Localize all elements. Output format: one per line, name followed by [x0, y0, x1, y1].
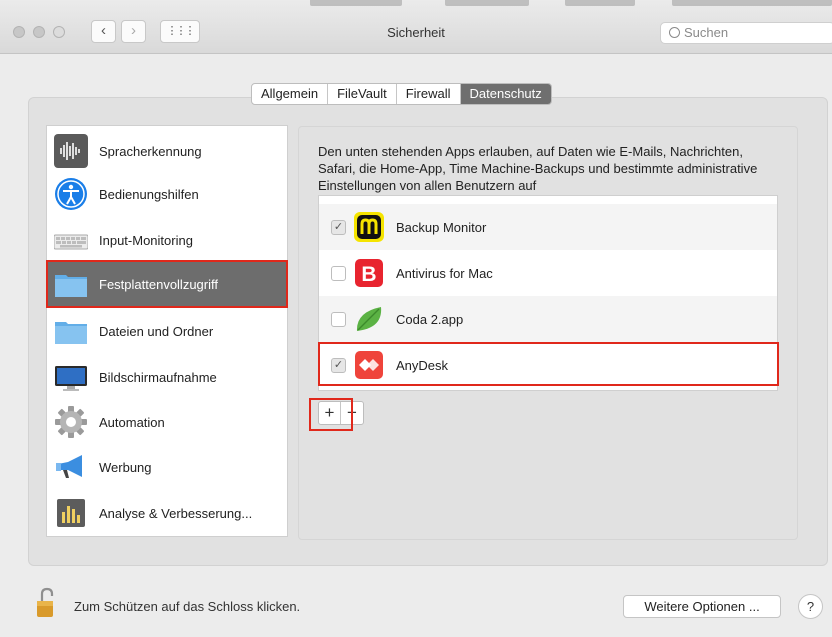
highlight-add-button	[309, 398, 353, 431]
sidebar-item-label: Festplattenvollzugriff	[99, 276, 218, 292]
sidebar-item-label: Werbung	[99, 459, 152, 475]
sidebar-item-spracherkennung[interactable]: Spracherkennung	[47, 129, 287, 173]
app-checkbox[interactable]	[331, 265, 346, 281]
bitdefender-icon: B	[354, 258, 384, 288]
sidebar-item-input-monitoring[interactable]: Input-Monitoring	[47, 218, 287, 262]
app-label: Backup Monitor	[396, 219, 487, 235]
sidebar-item-analyse-verbesserung[interactable]: Analyse & Verbesserung...	[47, 491, 287, 535]
search-icon	[669, 27, 680, 38]
app-row-antivirus-for-mac[interactable]: B Antivirus for Mac	[319, 250, 777, 296]
sidebar-item-label: Input-Monitoring	[99, 232, 193, 248]
sidebar-item-festplattenvollzugriff[interactable]: Festplattenvollzugriff	[46, 260, 288, 308]
app-row-backup-monitor[interactable]: ✓ Backup Monitor	[319, 204, 777, 250]
folder-icon	[54, 267, 88, 301]
tab-allgemein[interactable]: Allgemein	[252, 84, 329, 104]
backup-monitor-icon	[354, 212, 384, 242]
tab-datenschutz[interactable]: Datenschutz	[460, 84, 551, 104]
app-checkbox[interactable]	[331, 311, 346, 327]
gear-icon	[54, 405, 88, 439]
display-icon	[54, 360, 88, 394]
search-placeholder: Suchen	[684, 25, 729, 40]
background-window-remnant	[300, 0, 832, 10]
privacy-category-list: Spracherkennung Bedienungshilfen Input-M…	[46, 125, 288, 537]
svg-text:B: B	[361, 263, 376, 286]
megaphone-icon	[54, 450, 88, 484]
waveform-icon	[54, 134, 88, 168]
highlight-anydesk	[318, 342, 779, 386]
chart-icon	[54, 496, 88, 530]
app-label: Antivirus for Mac	[396, 265, 493, 281]
app-row-coda[interactable]: Coda 2.app	[319, 296, 777, 342]
tab-bar: Allgemein FileVault Firewall Datenschutz	[251, 83, 552, 105]
coda-leaf-icon	[354, 304, 384, 334]
sidebar-item-label: Analyse & Verbesserung...	[99, 505, 253, 521]
more-options-button[interactable]: Weitere Optionen ...	[623, 595, 781, 618]
folder-icon	[54, 314, 88, 348]
sidebar-item-label: Bedienungshilfen	[99, 186, 199, 202]
sidebar-item-label: Automation	[99, 414, 165, 430]
sidebar-item-werbung[interactable]: Werbung	[47, 445, 287, 489]
tab-filevault[interactable]: FileVault	[328, 84, 397, 104]
lock-icon[interactable]	[36, 587, 56, 619]
sidebar-item-bildschirmaufnahme[interactable]: Bildschirmaufnahme	[47, 355, 287, 399]
lock-hint-text: Zum Schützen auf das Schloss klicken.	[74, 599, 301, 614]
app-label: Coda 2.app	[396, 311, 464, 327]
sidebar-item-label: Spracherkennung	[99, 143, 202, 159]
tab-firewall[interactable]: Firewall	[397, 84, 461, 104]
sidebar-item-automation[interactable]: Automation	[47, 400, 287, 444]
help-button[interactable]: ?	[798, 594, 823, 619]
app-checkbox[interactable]: ✓	[331, 219, 346, 235]
sidebar-item-dateien-und-ordner[interactable]: Dateien und Ordner	[47, 309, 287, 353]
accessibility-icon	[54, 177, 88, 211]
sidebar-item-label: Dateien und Ordner	[99, 323, 214, 339]
sidebar-item-bedienungshilfen[interactable]: Bedienungshilfen	[47, 172, 287, 216]
sidebar-item-label: Bildschirmaufnahme	[99, 369, 217, 385]
keyboard-icon	[53, 223, 89, 257]
permission-description: Den unten stehenden Apps erlauben, auf D…	[318, 144, 758, 193]
search-field[interactable]: Suchen	[660, 22, 832, 44]
